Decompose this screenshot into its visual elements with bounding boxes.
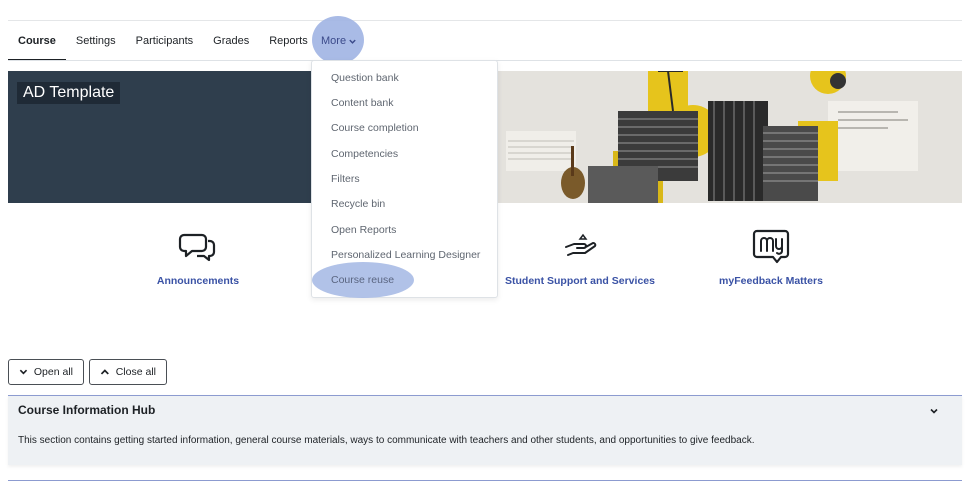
course-title: AD Template	[17, 82, 121, 104]
tab-more[interactable]: More	[321, 21, 357, 61]
chevron-down-icon	[19, 369, 28, 375]
chevron-down-icon	[349, 39, 356, 44]
tab-reports[interactable]: Reports	[259, 21, 318, 61]
menu-item-recycle-bin[interactable]: Recycle bin	[331, 198, 385, 210]
menu-item-course-completion[interactable]: Course completion	[331, 122, 419, 134]
quick-link-label: Student Support and Services	[505, 275, 655, 287]
more-dropdown-menu: Question bank Content bank Course comple…	[311, 60, 498, 298]
tab-settings[interactable]: Settings	[66, 21, 126, 61]
chevron-down-icon[interactable]	[928, 405, 940, 417]
more-label: More	[321, 35, 347, 47]
tab-participants[interactable]: Participants	[126, 21, 203, 61]
close-all-button[interactable]: Close all	[89, 359, 167, 385]
quick-link-myfeedback[interactable]: myFeedback Matters	[681, 225, 861, 287]
quick-link-announcements[interactable]: Announcements	[108, 225, 288, 287]
section-title[interactable]: Course Information Hub	[18, 403, 155, 417]
tab-course[interactable]: Course	[8, 21, 66, 61]
close-all-label: Close all	[115, 366, 156, 378]
banner-collage-image	[498, 71, 962, 203]
menu-item-open-reports[interactable]: Open Reports	[331, 224, 396, 236]
open-all-label: Open all	[33, 366, 73, 378]
quick-link-student-support[interactable]: Student Support and Services	[490, 225, 670, 287]
menu-item-personalized-learning-designer[interactable]: Personalized Learning Designer	[331, 249, 480, 261]
quick-link-label: Announcements	[156, 275, 240, 287]
helping-hand-icon	[565, 233, 597, 256]
open-all-button[interactable]: Open all	[8, 359, 84, 385]
menu-item-question-bank[interactable]: Question bank	[331, 72, 399, 84]
tab-grades[interactable]: Grades	[203, 21, 259, 61]
speech-bubbles-icon	[178, 233, 216, 262]
quick-link-label: myFeedback Matters	[719, 275, 823, 287]
chevron-up-icon	[100, 369, 109, 375]
course-secondary-nav: Course Settings Participants Grades Repo…	[8, 21, 318, 61]
section-summary: This section contains getting started in…	[18, 435, 755, 446]
menu-item-course-reuse[interactable]: Course reuse	[331, 274, 394, 286]
my-feedback-icon	[752, 229, 790, 264]
menu-item-content-bank[interactable]: Content bank	[331, 97, 393, 109]
menu-item-filters[interactable]: Filters	[331, 173, 360, 185]
menu-item-competencies[interactable]: Competencies	[331, 148, 398, 160]
next-section-divider	[8, 480, 962, 481]
course-section: Course Information Hub This section cont…	[8, 395, 962, 465]
